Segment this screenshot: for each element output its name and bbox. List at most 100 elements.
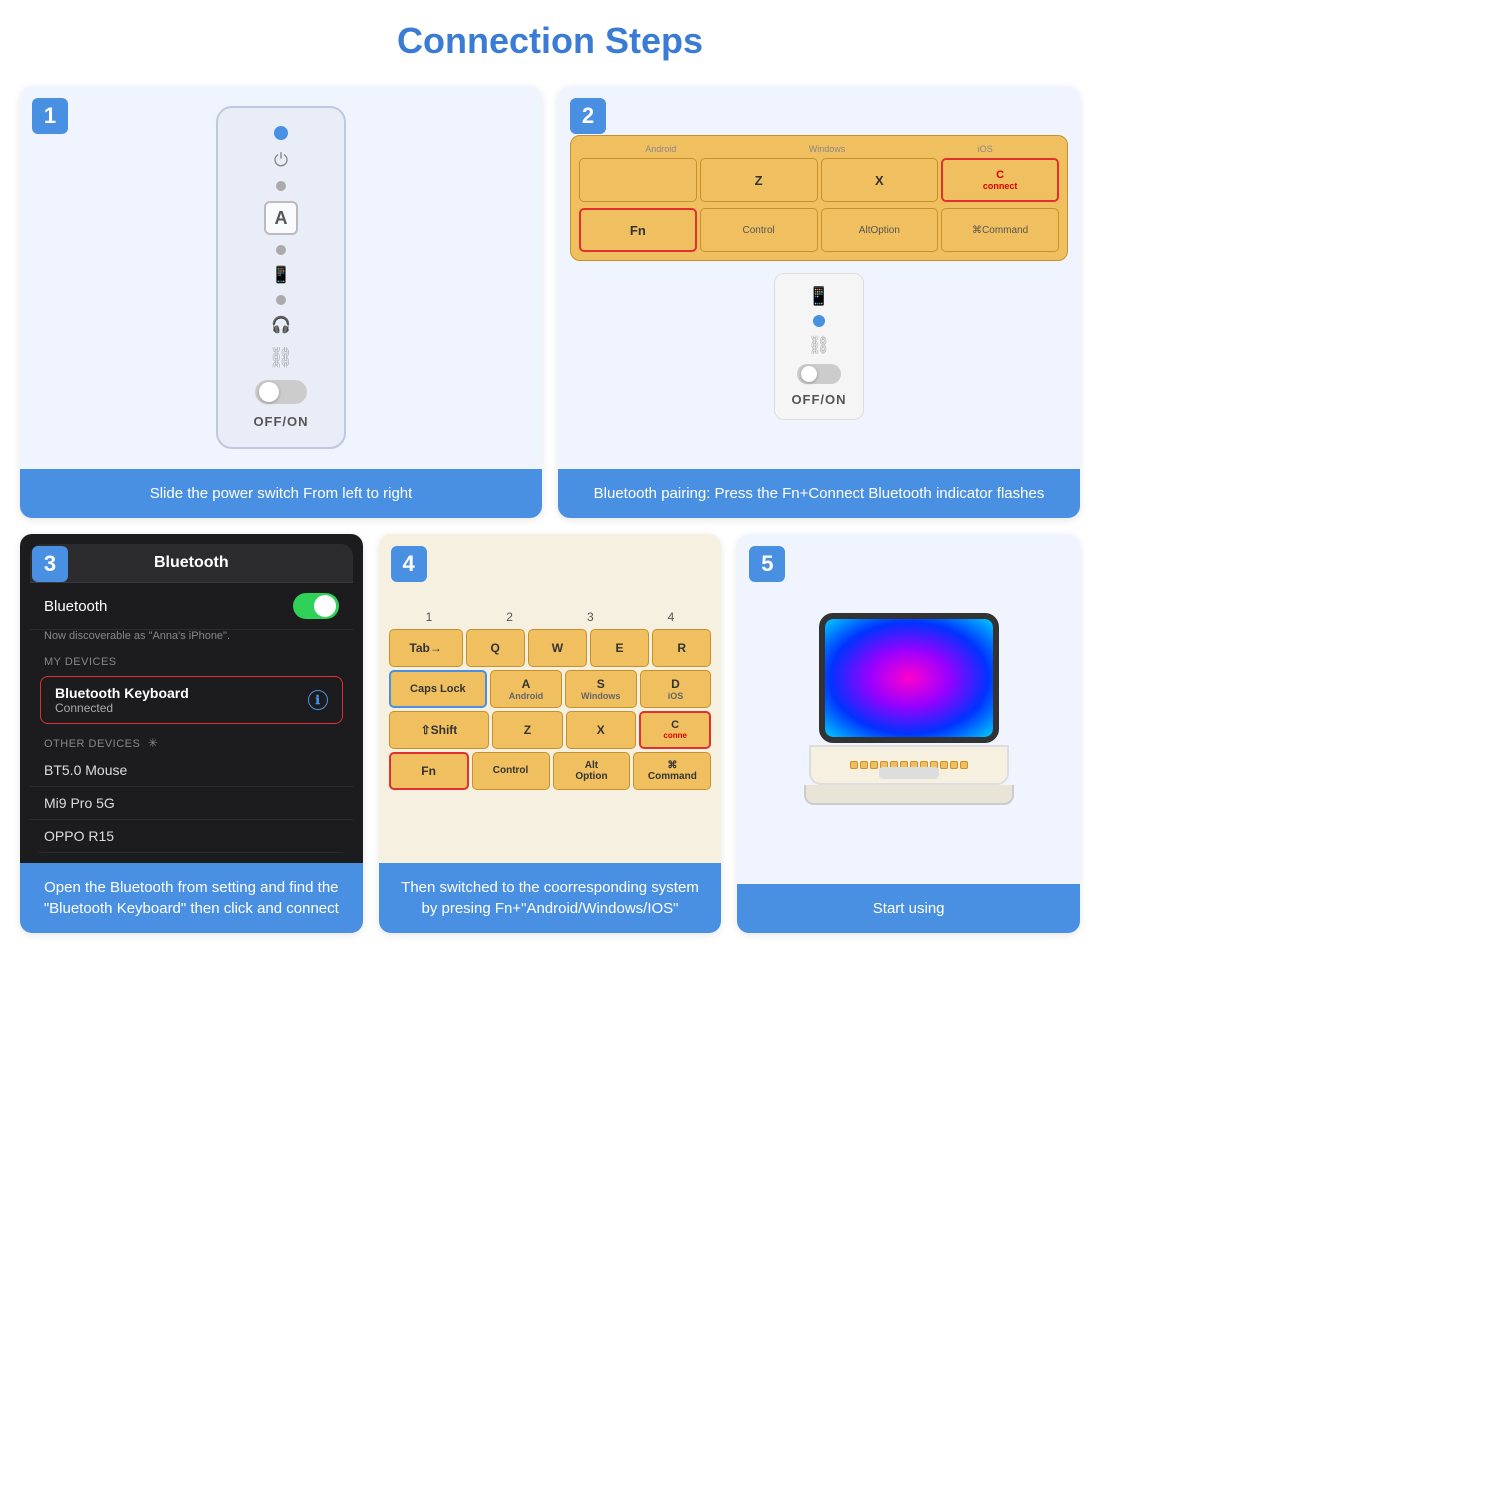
step-2-image: 2 Android Windows iOS Z X Cconnect Fn Co… — [558, 86, 1080, 469]
toggle-knob — [259, 382, 279, 402]
bt-device-info: Bluetooth Keyboard Connected — [55, 685, 189, 715]
tablet-screen — [825, 619, 993, 737]
step-1-card: 1 ⏻ A 📱 🎧 ⛓ OFF/ON Slide the power switc… — [20, 86, 542, 518]
key-c-conne: Cconne — [639, 711, 711, 749]
indicator-dot-3 — [276, 295, 286, 305]
mini-key-3 — [870, 761, 878, 769]
step-5-footer: Start using — [737, 884, 1080, 933]
link-icon: ⛓ — [268, 345, 293, 370]
step-5-desc: Start using — [873, 900, 945, 917]
num-2: 2 — [506, 610, 513, 624]
key-alt-option: AltOption — [821, 208, 939, 252]
step-2-badge: 2 — [570, 98, 606, 134]
kbd-top-row2: Z X Cconnect — [579, 158, 1059, 202]
step-1-badge: 1 — [32, 98, 68, 134]
step-4-footer: Then switched to the coorresponding syst… — [379, 863, 722, 933]
bt-toggle-control[interactable] — [293, 593, 339, 619]
power-toggle-2[interactable] — [797, 364, 841, 384]
step-5-badge: 5 — [749, 546, 785, 582]
link-icon-2: ⛓ — [808, 335, 831, 356]
keyboard-base — [804, 785, 1014, 805]
key-command: ⌘Command — [941, 208, 1059, 252]
bt-info-button[interactable]: ℹ — [308, 690, 328, 710]
step-2-card: 2 Android Windows iOS Z X Cconnect Fn Co… — [558, 86, 1080, 518]
key-command2: ⌘Command — [633, 752, 711, 790]
key-w: W — [528, 629, 587, 667]
step-3-badge: 3 — [32, 546, 68, 582]
power-icon: ⏻ — [274, 150, 288, 171]
bt-device-status: Connected — [55, 701, 189, 715]
key-z: Z — [700, 158, 818, 202]
kbd4-row2: Caps Lock AAndroid SWindows DiOS — [389, 670, 712, 708]
bottom-grid: 3 Bluetooth Bluetooth Now discoverable a… — [20, 534, 1080, 933]
phone-icon: 📱 — [271, 265, 291, 285]
sys-label-windows: Windows — [809, 144, 846, 154]
loading-spinner: ✳ — [148, 736, 159, 750]
headphone-icon: 🎧 — [271, 315, 291, 335]
num-3: 3 — [587, 610, 594, 624]
kbd-bottom-device: 📱 ⛓ OFF/ON — [774, 273, 863, 420]
other-device-1[interactable]: BT5.0 Mouse — [30, 754, 353, 787]
step-1-footer: Slide the power switch From left to righ… — [20, 469, 542, 518]
mini-key-1 — [850, 761, 858, 769]
off-on-label: OFF/ON — [253, 414, 308, 429]
key-control2: Control — [472, 752, 550, 790]
step-2-footer: Bluetooth pairing: Press the Fn+Connect … — [558, 469, 1080, 518]
step-4-image: 4 1 2 3 4 Tab→ Q W E R — [379, 534, 722, 863]
bt-indicator-2 — [813, 315, 825, 327]
mini-key-12 — [960, 761, 968, 769]
key-a-android: AAndroid — [490, 670, 562, 708]
key-shift: ⇧Shift — [389, 711, 490, 749]
step-4-card: 4 1 2 3 4 Tab→ Q W E R — [379, 534, 722, 933]
step-1-desc: Slide the power switch From left to righ… — [150, 485, 413, 502]
my-devices-header: MY DEVICES — [30, 648, 353, 672]
mini-key-11 — [950, 761, 958, 769]
bt-screen-header: Bluetooth — [30, 544, 353, 583]
bluetooth-screen: Bluetooth Bluetooth Now discoverable as … — [30, 544, 353, 853]
key-a: A — [264, 201, 298, 235]
step-2-desc: Bluetooth pairing: Press the Fn+Connect … — [594, 485, 1045, 502]
step-1-image: 1 ⏻ A 📱 🎧 ⛓ OFF/ON — [20, 86, 542, 469]
phone-icon-2: 📱 — [808, 286, 830, 307]
key-capslock: Caps Lock — [389, 670, 487, 708]
device-display — [804, 613, 1014, 805]
key-s-windows: SWindows — [565, 670, 637, 708]
bluetooth-indicator — [274, 126, 288, 140]
touchpad — [879, 767, 939, 779]
mini-key-10 — [940, 761, 948, 769]
key-tab: Tab→ — [389, 629, 463, 667]
step-4-badge: 4 — [391, 546, 427, 582]
key-c-connect: Cconnect — [941, 158, 1059, 202]
tablet-frame — [819, 613, 999, 743]
page-title: Connection Steps — [20, 20, 1080, 62]
key-alt-option2: AltOption — [553, 752, 631, 790]
key-z2: Z — [492, 711, 562, 749]
indicator-dot-1 — [276, 181, 286, 191]
num-row: 1 2 3 4 — [389, 608, 712, 626]
key-r: R — [652, 629, 711, 667]
step-4-desc: Then switched to the coorresponding syst… — [401, 879, 699, 917]
step-5-image: 5 — [737, 534, 1080, 884]
key-x: X — [821, 158, 939, 202]
step-3-card: 3 Bluetooth Bluetooth Now discoverable a… — [20, 534, 363, 933]
off-on-label-2: OFF/ON — [791, 392, 846, 407]
indicator-dot-2 — [276, 245, 286, 255]
other-device-3[interactable]: OPPO R15 — [30, 820, 353, 853]
key-x2: X — [566, 711, 636, 749]
sys-label-ios: iOS — [978, 144, 993, 154]
key-q: Q — [466, 629, 525, 667]
power-toggle[interactable] — [255, 380, 307, 404]
device-illustration-1: ⏻ A 📱 🎧 ⛓ OFF/ON — [216, 106, 346, 449]
sys-label-android: Android — [645, 144, 676, 154]
kbd4-row3: ⇧Shift Z X Cconne — [389, 711, 712, 749]
step-3-image: 3 Bluetooth Bluetooth Now discoverable a… — [20, 534, 363, 863]
toggle-knob-2 — [801, 366, 817, 382]
key-e: E — [590, 629, 649, 667]
bt-keyboard-device-row[interactable]: Bluetooth Keyboard Connected ℹ — [40, 676, 343, 724]
bt-toggle-row: Bluetooth — [30, 583, 353, 630]
step-3-footer: Open the Bluetooth from setting and find… — [20, 863, 363, 933]
key-fn2: Fn — [389, 752, 469, 790]
kbd4-row4: Fn Control AltOption ⌘Command — [389, 752, 712, 790]
key-control: Control — [700, 208, 818, 252]
other-device-2[interactable]: Mi9 Pro 5G — [30, 787, 353, 820]
